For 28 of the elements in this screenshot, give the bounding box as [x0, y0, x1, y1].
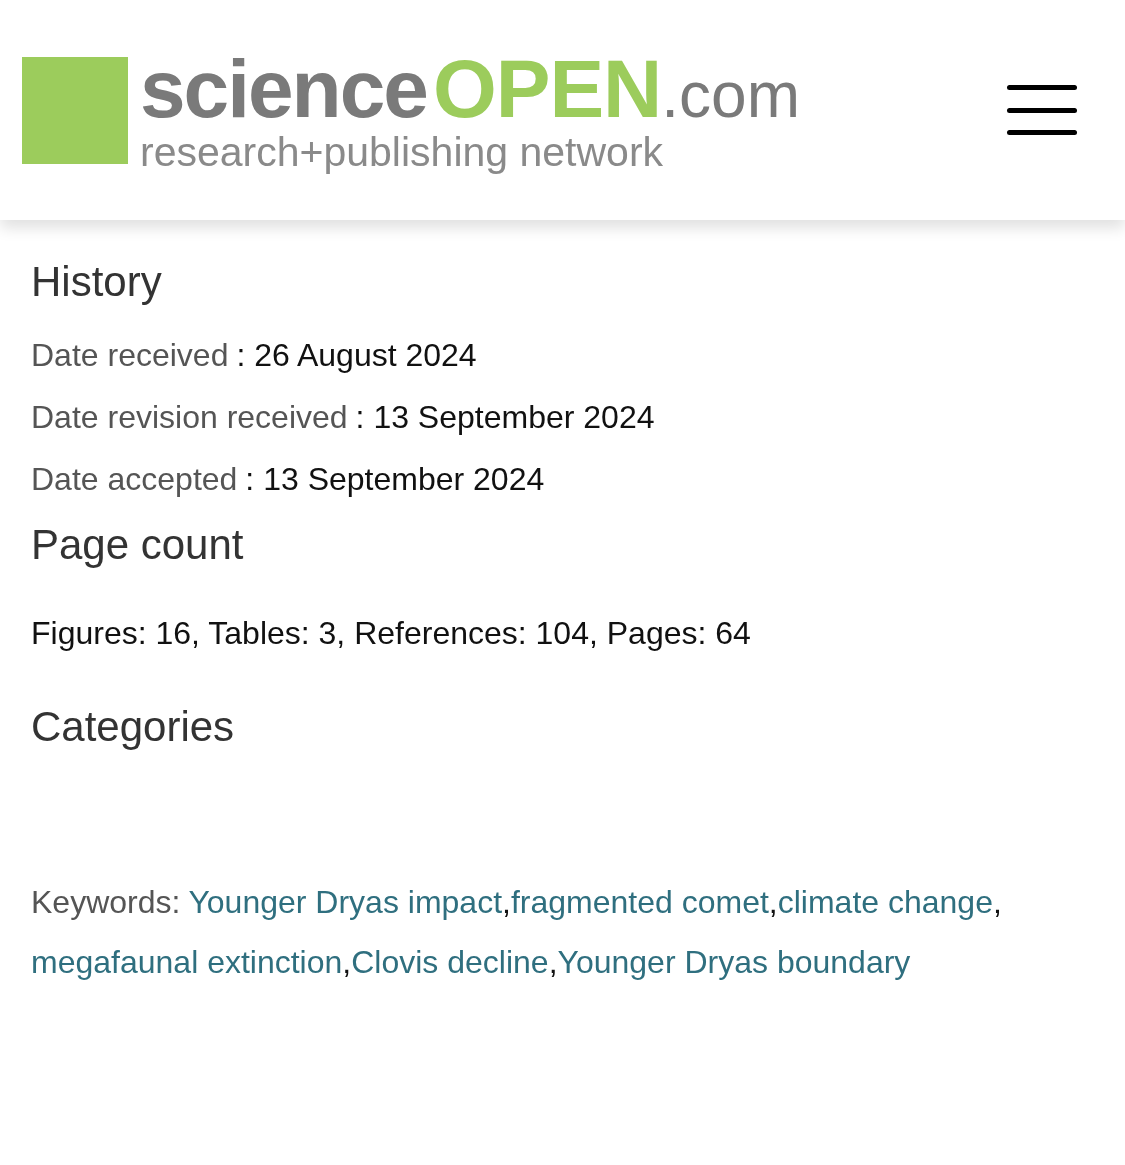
date-value: : 13 September 2024 [355, 397, 655, 437]
keyword-link[interactable]: Younger Dryas impact [188, 871, 503, 932]
date-label: Date received [31, 335, 229, 375]
menu-button[interactable] [1007, 85, 1077, 135]
keyword-separator: , [992, 882, 1002, 922]
keyword-link[interactable]: megafaunal extinction [31, 931, 343, 992]
section-title: History [31, 257, 163, 307]
logo-text: OPEN [432, 47, 662, 130]
logo-square-icon [22, 56, 128, 164]
keyword-separator: , [342, 942, 352, 982]
keyword-separator: , [548, 942, 558, 982]
section-title: Page count [31, 519, 245, 570]
logo-text: .com [661, 62, 800, 127]
keyword-link[interactable]: climate change [777, 871, 993, 932]
keyword-separator: , [502, 882, 511, 922]
keywords-label: Keywords: [31, 882, 181, 922]
date-value: : 13 September 2024 [245, 459, 545, 499]
keyword-separator: , [768, 882, 778, 922]
keyword-link[interactable]: Clovis decline [351, 931, 549, 992]
date-value: : 26 August 2024 [236, 335, 477, 375]
date-label: Date accepted [31, 459, 238, 499]
date-label: Date revision received [31, 397, 348, 437]
section-title: Categories [31, 702, 236, 752]
keyword-link[interactable]: fragmented comet [510, 871, 769, 932]
keyword-link[interactable]: Younger Dryas boundary [557, 931, 911, 992]
logo-tagline: research+publishing network [140, 131, 665, 173]
logo-text: science [140, 47, 427, 130]
page-count-text: Figures: 16, Tables: 3, References: 104, Pages: 64 [31, 614, 752, 653]
